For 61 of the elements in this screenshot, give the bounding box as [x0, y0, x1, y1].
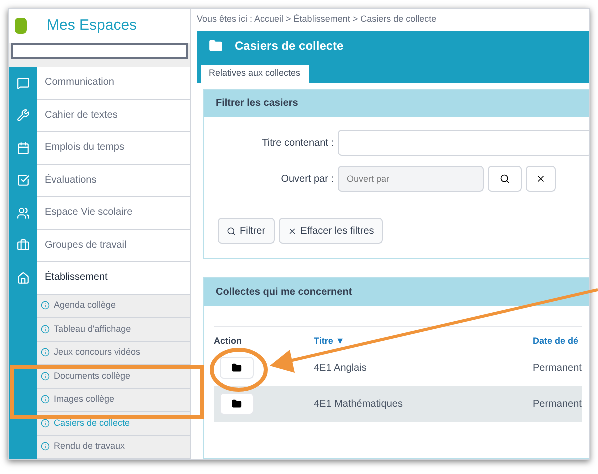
info-icon: [41, 442, 50, 452]
table-cell-text: 4E1 Anglais: [314, 362, 368, 376]
clear-button[interactable]: [526, 166, 556, 192]
clear-filters-button[interactable]: Effacer les filtres: [278, 218, 384, 244]
info-icon: [41, 324, 50, 334]
sidebar-title: Mes Espaces: [47, 16, 138, 36]
menu-icon: [16, 142, 30, 155]
open-folder-button[interactable]: [220, 393, 254, 415]
folder-icon: [232, 363, 242, 373]
page-title: Casiers de collecte: [235, 38, 344, 55]
menu-icon: [16, 206, 30, 220]
sidebar-subitem[interactable]: Rendu de travaux: [37, 436, 190, 459]
sidebar-item[interactable]: Communication: [37, 67, 190, 100]
input-field[interactable]: Ouvert par: [338, 166, 484, 192]
search-button[interactable]: [488, 166, 522, 192]
folder-icon: [209, 39, 223, 53]
info-icon: [41, 348, 50, 358]
sidebar-item[interactable]: Emplois du temps: [37, 132, 190, 164]
table-cell-text: 4E1 Mathématiques: [314, 398, 404, 412]
close-icon: [288, 226, 297, 236]
column-header[interactable]: Titre ▼: [314, 334, 533, 348]
tab[interactable]: Relatives aux collectes: [201, 65, 309, 83]
column-header[interactable]: Date de dé: [533, 334, 579, 348]
menu-icon: [16, 109, 30, 122]
search-icon: [227, 226, 236, 236]
menu-icon: [16, 76, 30, 90]
column-header: Action: [214, 334, 243, 348]
panel-title: Filtrer les casiers: [216, 97, 298, 111]
sidebar-item[interactable]: Cahier de textes: [37, 100, 190, 132]
filter-button[interactable]: Filtrer: [218, 218, 275, 244]
panel-title: Collectes qui me concernent: [216, 286, 352, 300]
sidebar-subitem[interactable]: Casiers de collecte: [37, 412, 190, 436]
field-label: Ouvert par :: [280, 172, 334, 186]
sidebar-item[interactable]: Évaluations: [37, 164, 190, 197]
sidebar-item[interactable]: Établissement: [37, 262, 190, 294]
sidebar-subitem[interactable]: Documents collège: [37, 365, 190, 388]
table-cell-text: Permanent: [533, 362, 582, 376]
sidebar-subitem[interactable]: Tableau d'affichage: [37, 318, 190, 342]
highlight-circle: [210, 348, 268, 392]
sidebar-item[interactable]: Groupes de travail: [37, 230, 190, 262]
input-field[interactable]: [338, 130, 589, 156]
search-field[interactable]: [11, 43, 188, 59]
info-icon: [41, 418, 50, 428]
sidebar-subitem[interactable]: Images collège: [37, 388, 190, 412]
open-folder-button[interactable]: [220, 357, 254, 379]
field-label: Titre contenant :: [261, 136, 334, 150]
sidebar-subitem[interactable]: Jeux concours vidéos: [37, 342, 190, 365]
info-icon: [41, 395, 50, 404]
menu-icon: [16, 272, 30, 285]
info-icon: [41, 372, 50, 381]
table-cell-text: Permanent: [533, 398, 582, 412]
close-icon: [536, 174, 546, 184]
breadcrumb: Vous êtes ici : Accueil > Établissement > Casiers de collecte: [197, 13, 438, 26]
sidebar-subitem[interactable]: Agenda collège: [37, 294, 190, 318]
folder-icon: [232, 399, 242, 409]
menu-icon: [16, 239, 30, 252]
search-icon: [500, 174, 510, 184]
info-icon: [41, 301, 50, 310]
logo-icon: [15, 18, 27, 34]
menu-icon: [16, 174, 30, 188]
sidebar-item[interactable]: Espace Vie scolaire: [37, 197, 190, 230]
